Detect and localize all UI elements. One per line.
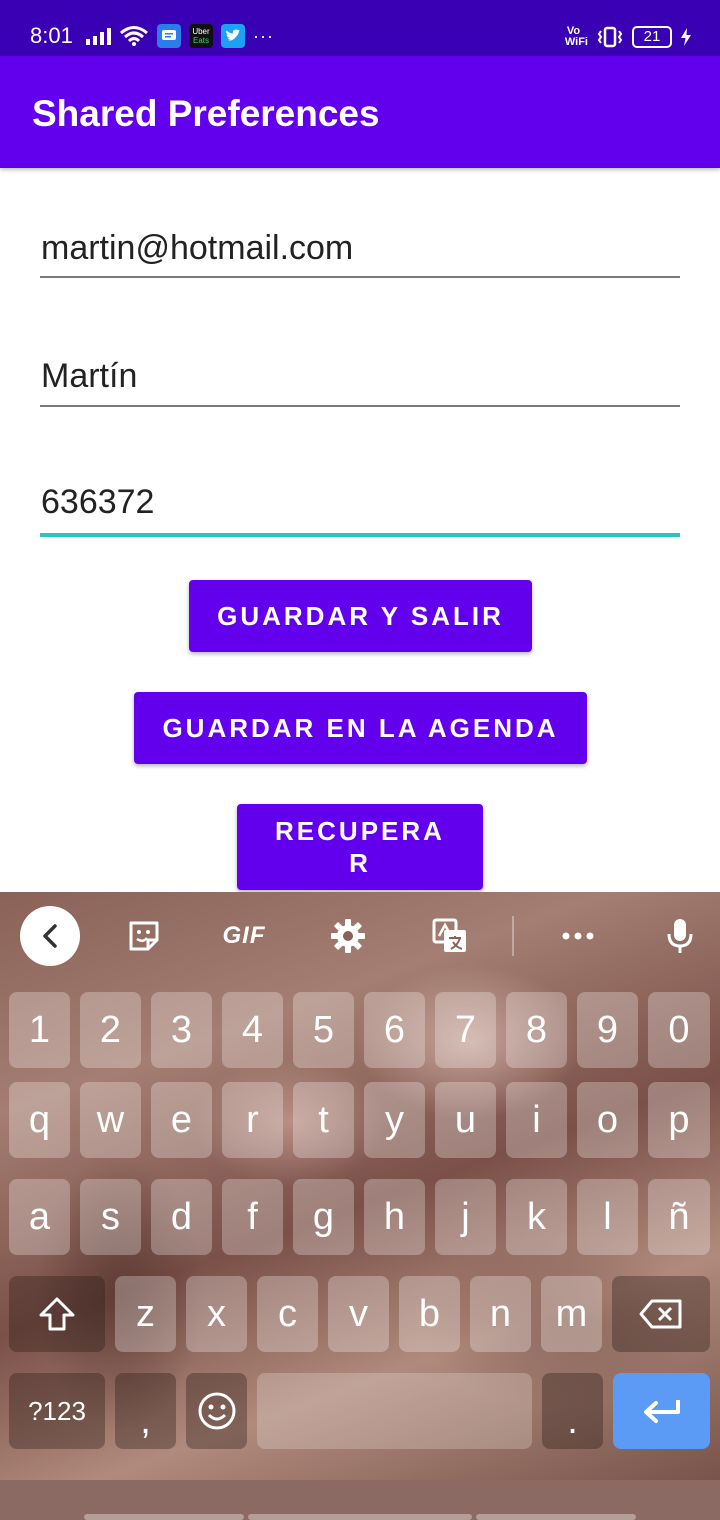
key-r[interactable]: r [222,1082,283,1158]
key-j[interactable]: j [435,1179,496,1255]
key-w[interactable]: w [80,1082,141,1158]
key-x[interactable]: x [186,1276,247,1352]
key-2[interactable]: 2 [80,992,141,1068]
signal-icon [86,27,111,45]
key-z[interactable]: z [115,1276,176,1352]
key-u[interactable]: u [435,1082,496,1158]
key-v[interactable]: v [328,1276,389,1352]
twitter-icon [221,24,245,48]
name-field-value: Martín [41,357,138,395]
key-l[interactable]: l [577,1179,638,1255]
toolbar-divider [512,916,514,956]
nav-handle-left [84,1514,244,1520]
key-o[interactable]: o [577,1082,638,1158]
battery-icon: 21 [632,26,672,48]
vowifi-icon: Vo WiFi [565,26,588,48]
emoji-key[interactable] [186,1373,247,1449]
key-7[interactable]: 7 [435,992,496,1068]
key-b[interactable]: b [399,1276,460,1352]
key-5[interactable]: 5 [293,992,354,1068]
gear-icon[interactable] [326,914,370,958]
name-field[interactable]: Martín [40,356,680,408]
key-s[interactable]: s [80,1179,141,1255]
key-e[interactable]: e [151,1082,212,1158]
vibrate-icon [597,26,623,48]
key-k[interactable]: k [506,1179,567,1255]
vowifi-wifi: WiFi [564,36,588,48]
app-bar: Shared Preferences [0,56,720,168]
wifi-icon [120,26,148,46]
uber-eats-label-line2: Eats [192,36,209,45]
key-t[interactable]: t [293,1082,354,1158]
status-bar: 8:01 Uber Eats ··· Vo WiFi 21 [0,0,720,56]
backspace-icon [639,1299,682,1329]
key-y[interactable]: y [364,1082,425,1158]
key-4[interactable]: 4 [222,992,283,1068]
enter-key[interactable] [613,1373,710,1449]
uber-eats-icon: Uber Eats [189,24,213,48]
key-m[interactable]: m [541,1276,602,1352]
recover-button-label-line1: RECUPERA [275,816,445,846]
mic-icon[interactable] [658,914,702,958]
recover-button[interactable]: RECUPERA R [237,804,483,890]
shift-key[interactable] [9,1276,105,1352]
key-i[interactable]: i [506,1082,567,1158]
sticker-icon[interactable] [122,914,166,958]
gif-button[interactable]: GIF [216,914,272,958]
nav-handle-center[interactable] [248,1514,472,1520]
messages-icon [157,24,181,48]
emoji-icon [198,1392,235,1430]
phone-field-underline [40,533,680,537]
email-field-value: martin@hotmail.com [41,229,354,267]
uber-eats-label-line1: Uber [192,27,210,36]
key-c[interactable]: c [257,1276,318,1352]
key-q[interactable]: q [9,1082,70,1158]
key-p[interactable]: p [648,1082,710,1158]
status-time: 8:01 [30,23,73,48]
key-8[interactable]: 8 [506,992,567,1068]
key-enye[interactable]: ñ [648,1179,710,1255]
key-f[interactable]: f [222,1179,283,1255]
status-left-icons: Uber Eats ··· [86,22,274,50]
app-title: Shared Preferences [32,93,380,134]
period-key[interactable]: . [542,1373,603,1449]
nav-handle-right [476,1514,636,1520]
key-9[interactable]: 9 [577,992,638,1068]
key-3[interactable]: 3 [151,992,212,1068]
key-1[interactable]: 1 [9,992,70,1068]
email-field-underline [40,276,680,278]
key-g[interactable]: g [293,1179,354,1255]
navigation-bar [0,1480,720,1520]
email-field[interactable]: martin@hotmail.com [40,228,680,280]
symbols-key[interactable]: ?123 [9,1373,105,1449]
backspace-key[interactable] [612,1276,710,1352]
key-0[interactable]: 0 [648,992,710,1068]
key-n[interactable]: n [470,1276,531,1352]
enter-icon [643,1400,680,1423]
phone-field[interactable]: 636372 [40,482,680,540]
phone-field-value: 636372 [41,483,155,521]
key-h[interactable]: h [364,1179,425,1255]
back-icon[interactable] [20,906,80,966]
recover-button-label-line2: R [349,848,371,878]
comma-key[interactable]: , [115,1373,176,1449]
name-field-underline [40,405,680,407]
shift-icon [39,1297,75,1331]
soft-keyboard: GIF 1 2 3 4 5 6 7 8 9 0 q w e r t y u i … [0,892,720,1520]
translate-icon[interactable] [428,914,472,958]
spacebar-key[interactable] [257,1373,532,1449]
more-notifications-icon: ··· [253,25,274,46]
key-d[interactable]: d [151,1179,212,1255]
key-a[interactable]: a [9,1179,70,1255]
status-right-icons: Vo WiFi 21 [565,22,692,52]
save-agenda-button[interactable]: GUARDAR EN LA AGENDA [134,692,587,764]
keyboard-toolbar: GIF [0,892,720,980]
charging-icon [681,28,691,46]
key-6[interactable]: 6 [364,992,425,1068]
save-exit-button[interactable]: GUARDAR Y SALIR [189,580,532,652]
more-icon[interactable] [556,914,600,958]
